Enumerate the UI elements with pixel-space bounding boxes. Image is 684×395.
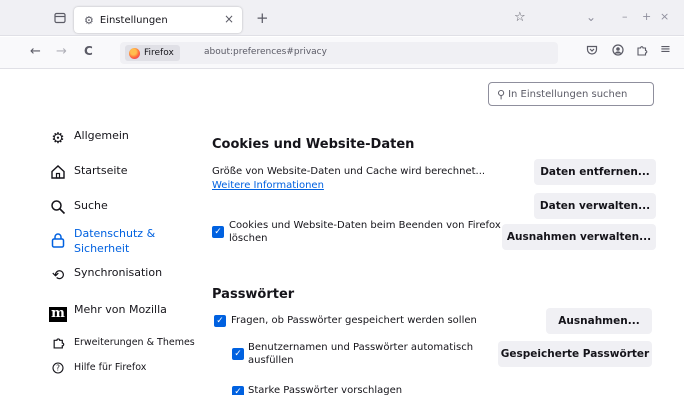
manage-data-button[interactable]: Daten verwalten...: [534, 193, 656, 219]
url-bar[interactable]: Firefox about:preferences#privacy: [120, 42, 558, 64]
gear-icon: ⚙: [84, 13, 94, 27]
suggest-strong-passwords-checkbox[interactable]: ✓: [232, 386, 244, 395]
sidebar-item-extensions[interactable]: Erweiterungen & Themes: [48, 336, 195, 354]
sidebar-item-label: Mehr von Mozilla: [74, 303, 167, 316]
maximize-icon[interactable]: +: [642, 10, 651, 23]
sidebar-item-label: Startseite: [74, 164, 128, 177]
sidebar-item-home[interactable]: Startseite: [48, 164, 128, 184]
settings-search-input[interactable]: ⚲ In Einstellungen suchen: [488, 82, 654, 106]
autofill-logins-label-line2: ausfüllen: [248, 355, 294, 366]
sidebar-item-search[interactable]: Suche: [48, 199, 108, 219]
sidebar-item-sync[interactable]: ⟲ Synchronisation: [48, 266, 162, 284]
sidebar-item-more-from-mozilla[interactable]: m Mehr von Mozilla: [48, 303, 167, 322]
more-info-link[interactable]: Weitere Informationen: [212, 180, 324, 191]
back-arrow-icon[interactable]: ←: [30, 44, 41, 59]
gear-icon: ⚙: [51, 129, 65, 147]
home-icon: [48, 164, 68, 184]
sidebar-item-label: Hilfe für Firefox: [74, 362, 147, 373]
sidebar-item-general[interactable]: ⚙ Allgemein: [48, 129, 129, 147]
forward-arrow-icon[interactable]: →: [56, 44, 67, 59]
list-all-tabs-icon[interactable]: ⌄: [586, 10, 596, 24]
minimize-icon[interactable]: –: [622, 10, 628, 23]
sidebar-item-help[interactable]: ? Hilfe für Firefox: [48, 361, 146, 379]
autofill-logins-label-line1: Benutzernamen und Passwörter automatisch: [248, 342, 474, 353]
delete-on-close-label: Cookies und Website-Daten beim Beenden v…: [229, 219, 501, 245]
firefox-logo-icon: [129, 47, 140, 59]
identity-label: Firefox: [144, 48, 174, 58]
sync-icon: ⟲: [51, 266, 65, 284]
svg-text:?: ?: [56, 364, 60, 373]
ask-save-passwords-checkbox[interactable]: ✓: [214, 315, 226, 327]
sidebar-item-privacy[interactable]: Datenschutz & Sicherheit: [48, 226, 155, 256]
firefox-view-icon[interactable]: [50, 8, 70, 28]
password-exceptions-button[interactable]: Ausnahmen...: [546, 308, 652, 334]
sidebar-item-label: Synchronisation: [74, 266, 163, 279]
navigation-toolbar: ← → C Firefox about:preferences#privacy: [0, 37, 684, 69]
sidebar-item-label-line2: Sicherheit: [74, 242, 130, 255]
sidebar-item-label: Datenschutz & Sicherheit: [74, 226, 155, 256]
autofill-logins-label: Benutzernamen und Passwörter automatisch…: [248, 341, 473, 367]
search-placeholder: In Einstellungen suchen: [508, 88, 628, 100]
delete-on-close-label-line2: löschen: [229, 233, 268, 244]
delete-on-close-checkbox[interactable]: ✓: [212, 226, 224, 238]
sidebar-item-label: Suche: [74, 199, 108, 212]
tab-strip: ⚙ Einstellungen × + ⌄ – + ×: [0, 0, 684, 36]
site-data-size-text: Größe von Website-Daten und Cache wird b…: [212, 166, 486, 177]
close-window-icon[interactable]: ×: [660, 10, 669, 23]
identity-box[interactable]: Firefox: [125, 45, 180, 61]
help-icon: ?: [48, 361, 68, 379]
search-icon: ⚲: [497, 87, 506, 101]
tab-settings[interactable]: ⚙ Einstellungen ×: [74, 7, 242, 33]
bookmark-star-icon[interactable]: ☆: [514, 10, 526, 25]
lock-icon: [48, 226, 68, 252]
extensions-icon[interactable]: [636, 44, 648, 59]
pocket-icon[interactable]: [586, 44, 598, 59]
cookie-exceptions-button[interactable]: Ausnahmen verwalten...: [502, 224, 656, 250]
suggest-strong-passwords-label: Starke Passwörter vorschlagen: [248, 385, 403, 395]
sidebar-item-label-line1: Datenschutz &: [74, 227, 156, 240]
tab-title: Einstellungen: [99, 14, 168, 26]
new-tab-button[interactable]: +: [256, 9, 269, 27]
sidebar-item-label: Erweiterungen & Themes: [74, 337, 195, 348]
cookies-heading: Cookies und Website-Daten: [212, 137, 415, 152]
delete-on-close-label-line1: Cookies und Website-Daten beim Beenden v…: [229, 220, 501, 231]
passwords-heading: Passwörter: [212, 287, 295, 302]
autofill-logins-checkbox[interactable]: ✓: [232, 348, 244, 360]
menu-hamburger-icon[interactable]: ≡: [660, 42, 671, 57]
tab-close-icon[interactable]: ×: [224, 12, 234, 26]
clear-data-button[interactable]: Daten entfernen...: [534, 159, 656, 185]
account-icon[interactable]: [612, 44, 624, 59]
puzzle-piece-icon: [48, 336, 68, 354]
mozilla-logo-icon: m: [48, 303, 68, 322]
ask-save-passwords-label: Fragen, ob Passwörter gespeichert werden…: [231, 315, 477, 326]
saved-passwords-button[interactable]: Gespeicherte Passwörter: [498, 341, 652, 367]
reload-icon[interactable]: C: [84, 44, 93, 58]
search-icon: [48, 199, 68, 219]
url-text[interactable]: about:preferences#privacy: [204, 47, 327, 57]
sidebar-item-label: Allgemein: [74, 129, 129, 142]
